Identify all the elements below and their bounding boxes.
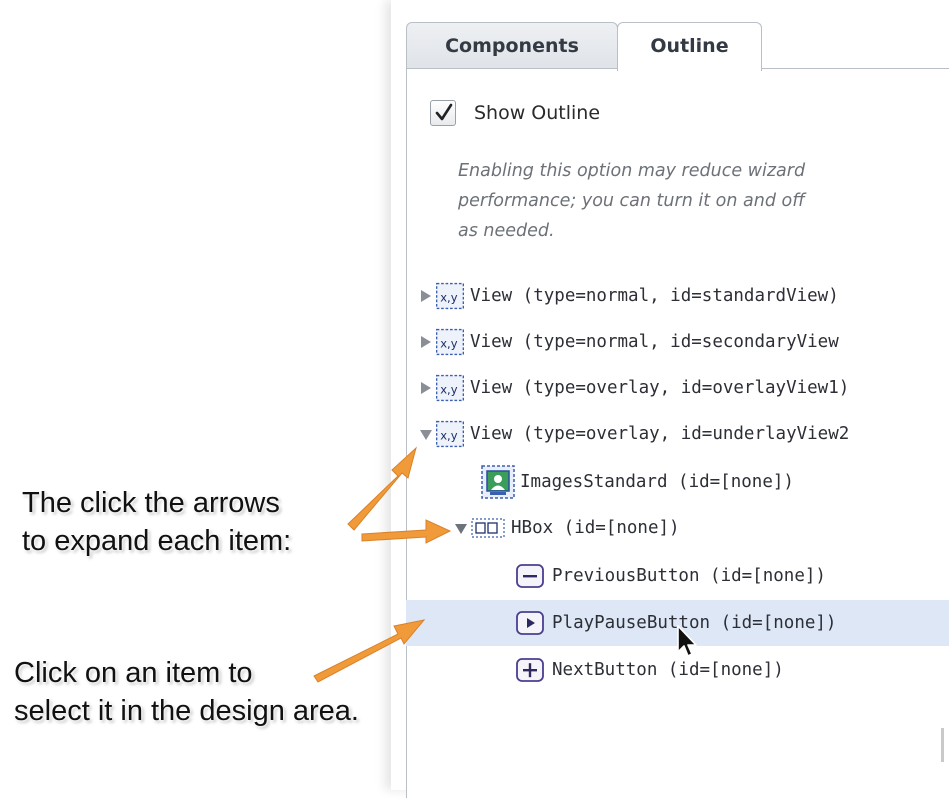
play-button-icon (516, 611, 544, 635)
tree-item-label: View (type=normal, id=secondaryView (470, 332, 839, 352)
tree-item-label: View (type=overlay, id=overlayView1) (470, 378, 850, 398)
tree-item-next-button[interactable]: NextButton (id=[none]) (514, 650, 784, 690)
annotation-line: The click the arrows (22, 487, 280, 519)
tree-item-secondary-view[interactable]: x,y View (type=normal, id=secondaryView (418, 322, 839, 362)
tree-item-label: NextButton (id=[none]) (552, 660, 784, 680)
hbox-icon (471, 518, 505, 538)
expand-arrow-icon[interactable] (418, 288, 434, 304)
tree-item-underlay-view[interactable]: x,y View (type=overlay, id=underlayView2 (418, 414, 849, 454)
note-line: as needed. (458, 221, 555, 241)
mouse-cursor-icon (677, 625, 697, 657)
note-line: performance; you can turn it on and off (458, 191, 805, 211)
expand-arrow-icon[interactable] (418, 334, 434, 350)
xy-view-icon: x,y (436, 374, 464, 402)
scrollbar-thumb[interactable] (941, 728, 944, 762)
note-line: Enabling this option may reduce wizard (458, 161, 806, 181)
svg-text:x,y: x,y (440, 336, 458, 350)
annotation-line: select it in the design area. (14, 695, 359, 727)
checkmark-icon (435, 103, 453, 121)
tree-item-images-standard[interactable]: ImagesStandard (id=[none]) (480, 462, 794, 502)
tree-item-standard-view[interactable]: x,y View (type=normal, id=standardView) (418, 276, 839, 316)
annotation-line: to expand each item: (22, 525, 292, 557)
tree-item-label: PreviousButton (id=[none]) (552, 566, 826, 586)
svg-text:x,y: x,y (440, 428, 458, 442)
svg-text:x,y: x,y (440, 290, 458, 304)
annotation-select: Click on an item to select it in the des… (14, 654, 359, 730)
annotation-line: Click on an item to (14, 657, 253, 689)
collapse-arrow-icon[interactable] (453, 520, 469, 536)
expand-arrow-icon[interactable] (418, 380, 434, 396)
tab-outline[interactable]: Outline (617, 22, 762, 71)
tree-item-overlay-view[interactable]: x,y View (type=overlay, id=overlayView1) (418, 368, 849, 408)
show-outline-label: Show Outline (474, 102, 601, 124)
collapse-arrow-icon[interactable] (418, 426, 434, 442)
outline-note: Enabling this option may reduce wizard p… (458, 156, 918, 246)
annotation-expand: The click the arrows to expand each item… (22, 484, 291, 560)
tree-item-previous-button[interactable]: PreviousButton (id=[none]) (514, 556, 826, 596)
image-icon (481, 465, 515, 499)
tree-item-label: HBox (id=[none]) (511, 518, 680, 538)
show-outline-checkbox[interactable] (430, 100, 456, 126)
minus-button-icon (516, 564, 544, 588)
svg-text:x,y: x,y (440, 382, 458, 396)
tree-item-label: ImagesStandard (id=[none]) (520, 472, 794, 492)
tree-item-label: View (type=normal, id=standardView) (470, 286, 839, 306)
plus-button-icon (516, 658, 544, 682)
xy-view-icon: x,y (436, 328, 464, 356)
xy-view-icon: x,y (436, 420, 464, 448)
tree-item-label: View (type=overlay, id=underlayView2 (470, 424, 850, 444)
xy-view-icon: x,y (436, 282, 464, 310)
tree-item-hbox[interactable]: HBox (id=[none]) (453, 508, 680, 548)
tab-components[interactable]: Components (406, 22, 618, 69)
